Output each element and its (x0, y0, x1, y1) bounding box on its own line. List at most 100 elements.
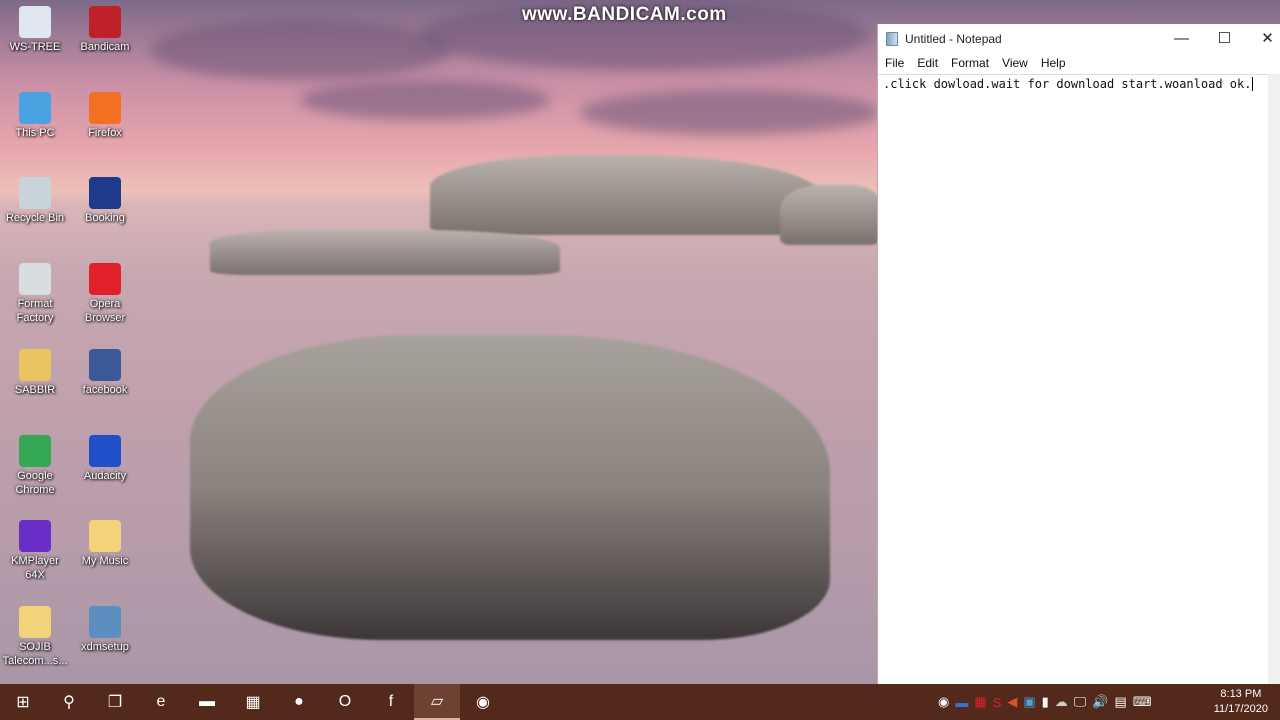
chrome-icon (19, 434, 51, 467)
tray-app-blue-icon[interactable]: ▣ (1023, 694, 1035, 710)
icon-label: Booking (85, 212, 125, 225)
icon-label: SABBIR (14, 383, 56, 396)
user-folder-icon (19, 348, 51, 381)
tray-app-red-icon[interactable]: ▦ (974, 694, 986, 710)
speaker-muted-icon[interactable]: ◀ (1007, 694, 1017, 710)
start-icon: ⊞ (16, 694, 30, 711)
taskbar-facebook-button[interactable]: f (368, 684, 414, 720)
notifications-icon[interactable]: ▤ (1115, 694, 1127, 710)
folder-icon (89, 520, 121, 553)
menu-bar: File Edit Format View Help (878, 54, 1280, 74)
icon-label: Bandicam (80, 41, 130, 53)
bandicam-record-icon[interactable]: ◉ (938, 694, 949, 710)
vertical-scrollbar[interactable] (1268, 74, 1280, 684)
volume-icon[interactable]: 🔊 (1092, 694, 1108, 710)
desktop-icon-ws-tree[interactable]: WS-TREE (0, 6, 70, 54)
usb-icon[interactable]: ▮ (1042, 694, 1049, 710)
desktop-icon-facebook[interactable]: facebook (70, 348, 140, 397)
taskbar-file-explorer-button[interactable]: ▬ (184, 684, 230, 720)
menu-edit[interactable]: Edit (917, 54, 938, 74)
desktop-icon-recycle-bin[interactable]: Recycle Bin (0, 177, 70, 225)
icon-label: My Music (81, 555, 129, 568)
desktop-icon-this-pc[interactable]: This PC (0, 91, 70, 140)
kmplayer-icon (19, 520, 51, 553)
bandicam-icon: ◉ (476, 694, 490, 711)
desktop-icon-sojib-talecom-s-[interactable]: SOJIB Talecom...s... (0, 605, 70, 668)
folder-icon (19, 605, 51, 638)
opera-icon (89, 263, 121, 296)
opera-icon: O (338, 693, 352, 710)
close-button[interactable]: ✕ (1246, 24, 1280, 54)
calculator-icon: ▦ (245, 694, 261, 711)
minimize-button[interactable]: — (1160, 24, 1203, 54)
facebook-icon: f (388, 693, 394, 710)
desktop-icon-bandicam[interactable]: Bandicam (70, 6, 140, 54)
firefox-icon (89, 91, 121, 124)
taskbar-start-button[interactable]: ⊞ (0, 684, 46, 720)
desktop-icon-format-factory[interactable]: Format Factory (0, 263, 70, 325)
window-title: Untitled - Notepad (905, 32, 1002, 46)
keyboard-icon[interactable]: ⌨ (1133, 694, 1152, 710)
icon-label: facebook (82, 383, 128, 396)
icon-label: Audacity (83, 469, 127, 482)
foreground-rock (190, 335, 830, 640)
notepad-window[interactable]: Untitled - Notepad — ☐ ✕ File Edit Forma… (877, 24, 1280, 684)
date: 11/17/2020 (1213, 703, 1268, 715)
installer-icon (89, 605, 121, 638)
menu-view[interactable]: View (1002, 54, 1028, 74)
taskbar-firefox-button[interactable]: ● (276, 684, 322, 720)
distant-rocks (430, 155, 820, 235)
icon-label: This PC (15, 126, 55, 139)
desktop-icon-booking[interactable]: Booking (70, 177, 140, 225)
desktop-icon-audacity[interactable]: Audacity (70, 434, 140, 483)
desktop-icon-sabbir[interactable]: SABBIR (0, 348, 70, 397)
text-area[interactable]: .click dowload.wait for download start.w… (878, 74, 1268, 684)
icon-label: Firefox (88, 126, 122, 139)
edge-icon: e (156, 693, 166, 710)
desktop-icon-xdmsetup[interactable]: xdmsetup (70, 605, 140, 654)
tray-app-icon[interactable]: ▬ (955, 695, 968, 710)
computer-icon (19, 91, 51, 124)
icon-label: Recycle Bin (5, 212, 65, 225)
taskbar-bandicam-button[interactable]: ◉ (460, 684, 506, 720)
menu-help[interactable]: Help (1041, 54, 1066, 74)
menu-file[interactable]: File (885, 54, 904, 74)
time: 8:13 PM (1220, 688, 1262, 700)
maximize-button[interactable]: ☐ (1203, 24, 1246, 54)
system-tray: ◉ ▬ ▦ S ◀ ▣ ▮ ☁ 🖵 🔊 ▤ ⌨ (938, 684, 1152, 720)
text-content: .click dowload.wait for download start.w… (883, 77, 1252, 91)
recycle-bin-icon (19, 177, 51, 210)
desktop-icon-opera-browser[interactable]: Opera Browser (70, 263, 140, 325)
task-view-icon: ❐ (107, 694, 123, 711)
taskbar-task-view-button[interactable]: ❐ (92, 684, 138, 720)
desktop-icon-my-music[interactable]: My Music (70, 520, 140, 568)
clock[interactable]: 8:13 PM 11/17/2020 (1214, 687, 1268, 717)
tray-app-icon[interactable]: S (993, 695, 1002, 710)
menu-format[interactable]: Format (951, 54, 989, 74)
icon-label: KMPlayer 64X (11, 555, 59, 582)
notepad-icon: ▱ (430, 693, 444, 710)
desktop-icon-kmplayer-64x[interactable]: KMPlayer 64X (0, 520, 70, 582)
text-cursor (1252, 77, 1254, 91)
taskbar-calculator-button[interactable]: ▦ (230, 684, 276, 720)
format-factory-icon (19, 263, 51, 296)
onedrive-icon[interactable]: ☁ (1055, 694, 1068, 710)
icon-label: Opera Browser (84, 298, 126, 325)
desktop-icon-firefox[interactable]: Firefox (70, 91, 140, 140)
taskbar-edge-button[interactable]: e (138, 684, 184, 720)
icon-label: Format Factory (16, 298, 54, 325)
booking-icon (89, 177, 121, 210)
search-icon: ⚲ (63, 694, 75, 711)
facebook-icon (89, 348, 121, 381)
icon-label: xdmsetup (81, 640, 129, 653)
taskbar-search-button[interactable]: ⚲ (46, 684, 92, 720)
icon-label: WS-TREE (9, 41, 61, 53)
notepad-icon (886, 32, 898, 46)
icon-label: Google Chrome (15, 469, 55, 496)
desktop-icon-google-chrome[interactable]: Google Chrome (0, 434, 70, 497)
taskbar-notepad-button[interactable]: ▱ (414, 684, 460, 720)
taskbar-opera-button[interactable]: O (322, 684, 368, 720)
settings-shortcut-icon (19, 6, 51, 38)
network-icon[interactable]: 🖵 (1074, 694, 1087, 710)
file-explorer-icon: ▬ (199, 693, 215, 710)
